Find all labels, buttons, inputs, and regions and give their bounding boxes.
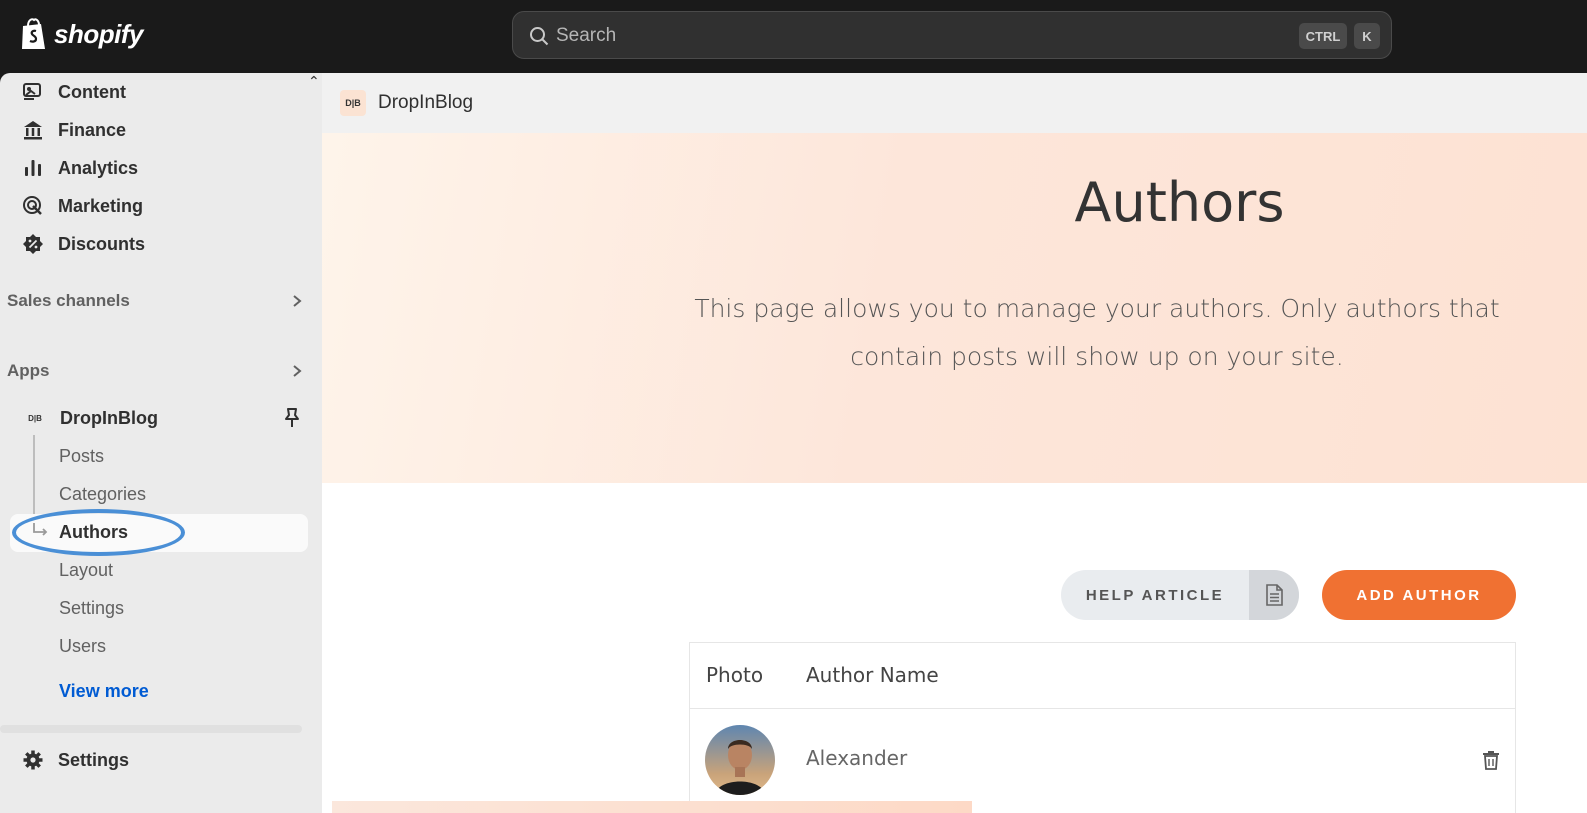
target-icon: [23, 196, 42, 215]
sidebar-item-label: Finance: [58, 119, 127, 140]
highlight-annotation: [12, 509, 185, 556]
author-name: Alexander: [806, 746, 908, 770]
column-header-author-name: Author Name: [806, 663, 939, 687]
shortcut-k: K: [1354, 23, 1380, 49]
sidebar-item-label: Marketing: [58, 195, 144, 216]
sidebar-subitem-categories[interactable]: Categories: [59, 480, 146, 508]
column-header-photo: Photo: [706, 663, 764, 687]
dropinblog-logo: D|B: [340, 90, 366, 116]
shortcut-ctrl: CTRL: [1299, 23, 1347, 49]
discount-badge-icon: [23, 234, 43, 254]
apps-label: Apps: [7, 361, 50, 380]
bank-icon: [24, 121, 42, 140]
search-placeholder: Search: [556, 25, 617, 46]
app-header-title: DropInBlog: [378, 92, 474, 113]
author-photo: [705, 725, 775, 795]
trash-icon[interactable]: [1482, 750, 1500, 770]
sidebar-subitem-users[interactable]: Users: [59, 632, 106, 660]
gear-icon: [23, 750, 43, 770]
shopify-bag-icon: [22, 18, 45, 49]
sidebar-item-marketing[interactable]: Marketing: [22, 191, 143, 221]
pin-icon[interactable]: [282, 407, 302, 429]
view-more-link[interactable]: View more: [59, 681, 149, 702]
sidebar-subitem-posts[interactable]: Posts: [59, 442, 104, 470]
bar-chart-icon: [25, 160, 41, 176]
app-name: DropInBlog: [60, 407, 158, 428]
page-description: This page allows you to manage your auth…: [694, 294, 1500, 371]
avatar: [705, 725, 775, 795]
document-icon: [1266, 584, 1283, 606]
sidebar-item-label: Discounts: [58, 233, 146, 254]
table-header-row: Photo Author Name: [690, 643, 1515, 709]
app-header: D|B DropInBlog: [322, 73, 1587, 133]
chevron-right-icon: [293, 365, 302, 377]
search-input[interactable]: Search CTRL K: [512, 11, 1392, 59]
dropinblog-logo: D|B: [28, 413, 42, 423]
sidebar-item-content[interactable]: Content: [22, 77, 126, 107]
hero-banner: Authors This page allows you to manage y…: [322, 133, 1587, 483]
apps-header[interactable]: Apps: [7, 357, 307, 385]
sidebar-item-label: Settings: [58, 749, 130, 770]
content-icon: [23, 83, 41, 100]
next-row-hint: [332, 801, 972, 813]
sidebar-item-discounts[interactable]: Discounts: [22, 229, 145, 259]
sidebar-app-dropinblog[interactable]: D|B DropInBlog: [24, 403, 302, 433]
sidebar-item-finance[interactable]: Finance: [22, 115, 126, 145]
table-row[interactable]: Alexander: [690, 710, 1515, 810]
authors-table: Photo Author Name Alexander: [689, 642, 1516, 813]
scroll-up-icon[interactable]: ⌃: [308, 73, 320, 90]
search-icon: [530, 27, 549, 46]
chevron-right-icon: [293, 295, 302, 307]
document-icon-cell: [1249, 570, 1299, 620]
help-article-button[interactable]: HELP ARTICLE: [1061, 570, 1299, 620]
sidebar-item-label: Content: [58, 81, 126, 102]
sales-channels-header[interactable]: Sales channels: [7, 287, 307, 315]
sidebar-item-settings[interactable]: Settings: [22, 745, 129, 775]
sidebar-divider: [0, 725, 302, 733]
sidebar-item-analytics[interactable]: Analytics: [22, 153, 138, 183]
add-author-button[interactable]: ADD AUTHOR: [1322, 570, 1516, 620]
sidebar-subitem-settings[interactable]: Settings: [59, 594, 124, 622]
top-bar: shopify Search CTRL K: [0, 0, 1587, 73]
shopify-logo[interactable]: shopify: [20, 17, 143, 51]
sidebar: ⌃ Content Finance Analytics Marketing Di…: [0, 73, 322, 813]
sidebar-subitem-layout[interactable]: Layout: [59, 556, 113, 584]
sales-channels-label: Sales channels: [7, 291, 130, 310]
sidebar-item-label: Analytics: [58, 157, 139, 178]
logo-text: shopify: [54, 18, 143, 49]
page-title: Authors: [1074, 171, 1285, 234]
main-content: D|B DropInBlog Authors This page allows …: [322, 73, 1587, 813]
help-article-label: HELP ARTICLE: [1085, 586, 1225, 604]
